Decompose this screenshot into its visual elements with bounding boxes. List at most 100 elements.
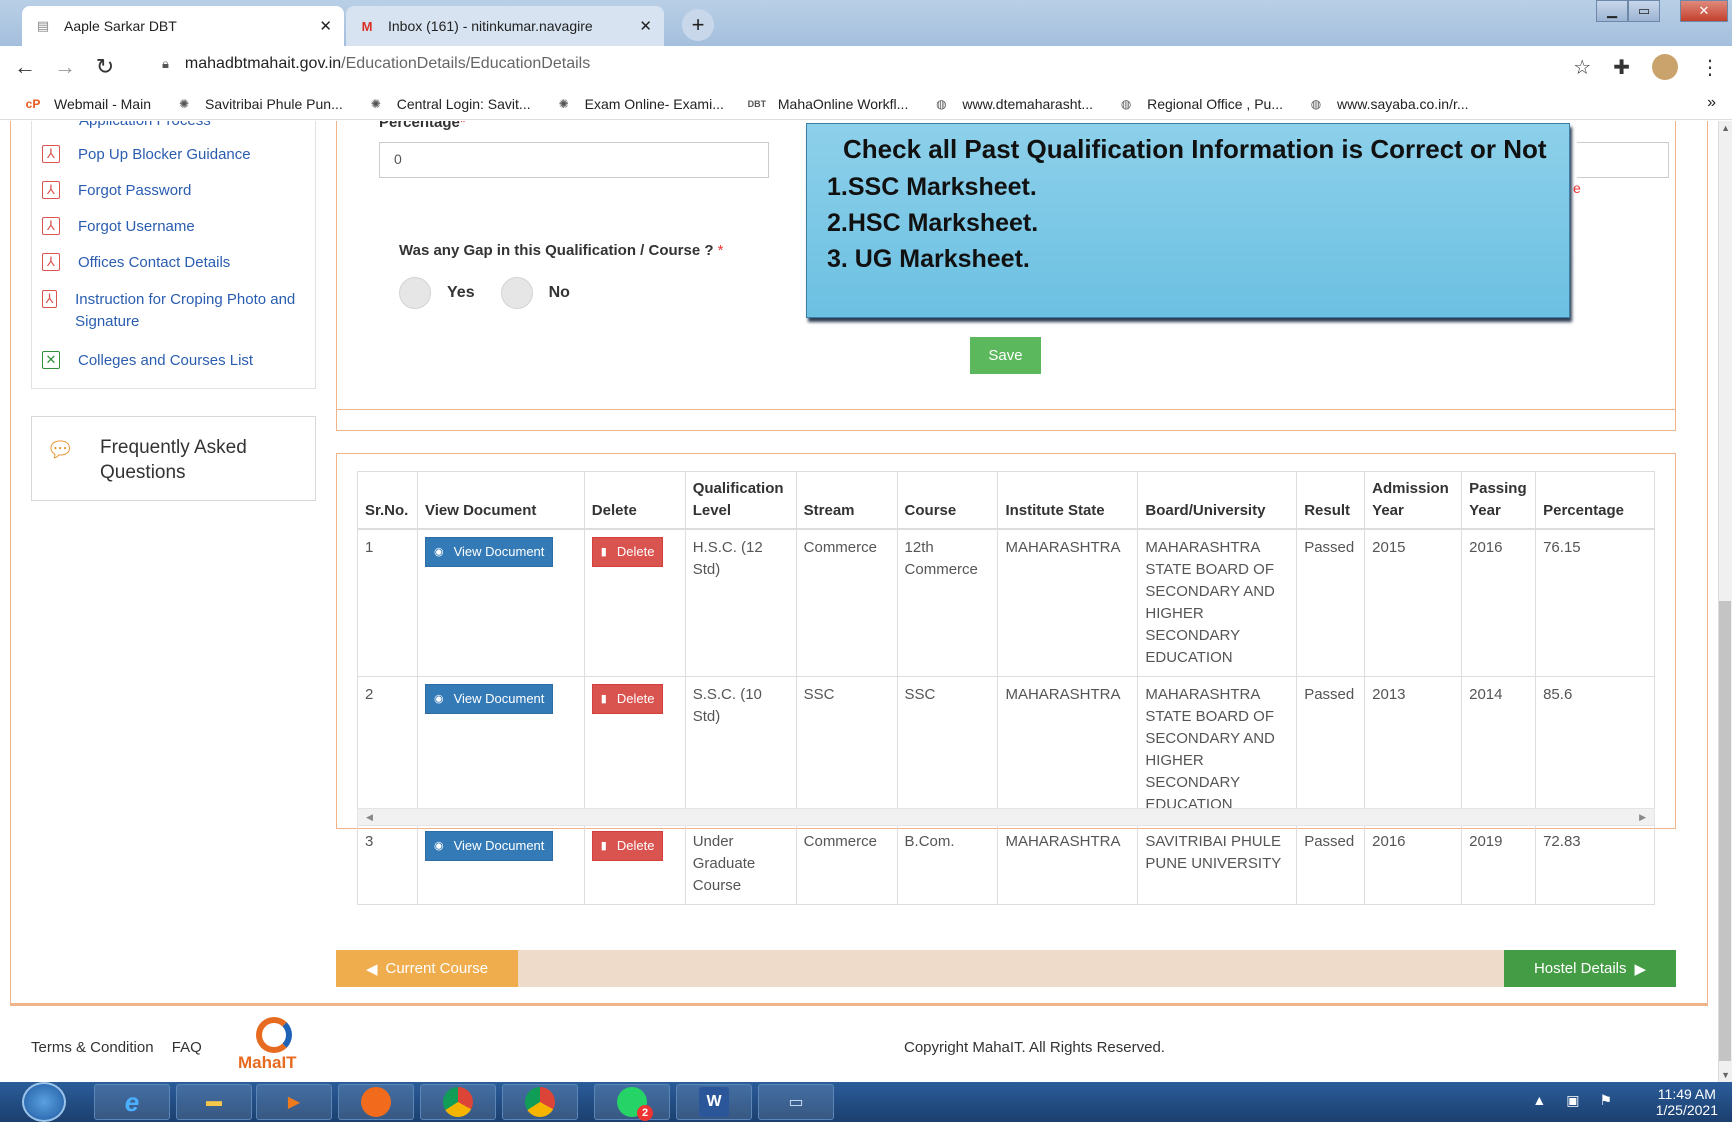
cell-passing: 2019: [1461, 823, 1537, 905]
view-document-button[interactable]: ◉ View Document: [424, 537, 554, 567]
taskbar-chrome[interactable]: [420, 1084, 496, 1120]
cell-result: Passed: [1296, 676, 1366, 824]
taskbar-media-player[interactable]: ▶: [256, 1084, 332, 1120]
button-label: Current Course: [385, 960, 489, 977]
bookmark-sayaba[interactable]: ◍ www.sayaba.co.in/r...: [1307, 96, 1469, 112]
lock-icon: 🔒︎: [162, 56, 169, 71]
current-course-button[interactable]: ◀ Current Course: [336, 950, 518, 987]
page-vertical-scrollbar[interactable]: ▲ ▼: [1718, 121, 1732, 1082]
url-field[interactable]: 🔒︎ mahadbtmahait.gov.in/EducationDetails/…: [162, 55, 590, 73]
taskbar-file-explorer[interactable]: ▬: [176, 1084, 252, 1120]
overlay-item: 2.HSC Marksheet.: [827, 209, 1039, 237]
bookmark-label: www.dtemaharasht...: [962, 95, 1094, 112]
faq-box[interactable]: 💬︎ Frequently Asked Questions: [31, 416, 316, 501]
sidebar-link-offices-contact[interactable]: ⅄ Offices Contact Details: [42, 252, 230, 274]
tab-gmail-inbox[interactable]: M Inbox (161) - nitinkumar.navagire ✕: [346, 6, 664, 46]
col-header: Result: [1296, 471, 1366, 530]
sidebar-link-forgot-username[interactable]: ⅄ Forgot Username: [42, 216, 195, 238]
save-button[interactable]: Save: [970, 337, 1041, 374]
scroll-right-icon[interactable]: ▶: [1639, 812, 1646, 823]
taskbar-whatsapp[interactable]: 2: [594, 1084, 670, 1121]
instruction-overlay: Check all Past Qualification Information…: [806, 123, 1570, 318]
reload-icon[interactable]: ↻: [90, 54, 120, 80]
page-content: Application Process ⅄ Pop Up Blocker Guid…: [0, 121, 1718, 1082]
logo-ring-icon: [256, 1017, 292, 1053]
taskbar-firefox[interactable]: [338, 1084, 414, 1120]
faq-link[interactable]: FAQ: [172, 1039, 202, 1056]
table-row: 1 ◉ View Document ▮ Delete H.S.C. (12 Std)…: [357, 528, 1655, 677]
start-button[interactable]: [22, 1082, 66, 1122]
terms-link[interactable]: Terms & Condition: [31, 1039, 154, 1056]
tab-close-icon[interactable]: ✕: [319, 17, 332, 35]
link-label: Colleges and Courses List: [78, 352, 254, 369]
cell-sr: 2: [357, 676, 418, 824]
window-maximize-button[interactable]: ▭: [1628, 0, 1660, 22]
bookmark-webmail[interactable]: cP Webmail - Main: [24, 96, 151, 112]
new-tab-button[interactable]: +: [682, 9, 714, 41]
percentage-input[interactable]: 0: [379, 142, 769, 178]
windows-taskbar: e ▬ ▶ 2 W ▭ ▲ ▣ ⚑ 11:49 AM 1/25/2021: [0, 1082, 1732, 1122]
scroll-up-icon[interactable]: ▲: [1721, 123, 1730, 133]
view-document-button[interactable]: ◉ View Document: [424, 831, 554, 861]
tray-expand-icon[interactable]: ▲: [1532, 1092, 1546, 1109]
forward-icon[interactable]: →: [50, 54, 80, 80]
col-header: Admission Year: [1364, 471, 1463, 530]
cell-state: MAHARASHTRA: [997, 528, 1139, 677]
bookmark-mahaonline[interactable]: DBT MahaOnline Workfl...: [748, 96, 909, 112]
bookmark-regional-office[interactable]: ◍ Regional Office , Pu...: [1117, 96, 1283, 112]
sidebar-link-colleges-courses[interactable]: ✕ Colleges and Courses List: [42, 350, 253, 372]
taskbar-network[interactable]: ▭: [758, 1084, 834, 1120]
system-clock[interactable]: 11:49 AM 1/25/2021: [1656, 1086, 1718, 1118]
sidebar-help-links: Application Process ⅄ Pop Up Blocker Guid…: [31, 121, 316, 389]
scroll-down-icon[interactable]: ▼: [1721, 1070, 1730, 1080]
copyright-text: Copyright MahaIT. All Rights Reserved.: [904, 1039, 1165, 1056]
window-minimize-button[interactable]: ▁: [1596, 0, 1628, 22]
notification-badge: 2: [637, 1105, 653, 1121]
pdf-icon: ⅄: [42, 181, 60, 199]
tab-close-icon[interactable]: ✕: [639, 17, 652, 35]
profile-avatar[interactable]: [1652, 54, 1678, 80]
flag-icon[interactable]: ⚑: [1599, 1092, 1612, 1109]
col-header: Qualification Level: [684, 471, 797, 530]
extensions-puzzle-icon[interactable]: ✚: [1613, 55, 1630, 80]
upload-marksheet-input[interactable]: [1577, 142, 1669, 178]
scroll-left-icon[interactable]: ◀: [366, 812, 373, 823]
gap-no-radio[interactable]: [500, 277, 533, 309]
more-bookmarks-icon[interactable]: »: [1707, 94, 1716, 112]
bookmark-star-icon[interactable]: ☆: [1573, 55, 1591, 80]
taskbar-internet-explorer[interactable]: e: [94, 1084, 170, 1120]
sidebar-link-popup-blocker[interactable]: ⅄ Pop Up Blocker Guidance: [42, 144, 251, 166]
sidebar-link-cropping-instructions[interactable]: ⅄ Instruction for Croping Photo and Signa…: [42, 289, 312, 333]
network-icon[interactable]: ▣: [1566, 1092, 1579, 1109]
gap-yes-radio[interactable]: [399, 277, 431, 309]
cell-admission: 2016: [1364, 823, 1463, 905]
cell-percentage: 85.6: [1535, 676, 1655, 824]
bookmark-sppu[interactable]: ✺ Savitribai Phule Pun...: [175, 96, 343, 112]
col-header: Stream: [795, 471, 898, 530]
scroll-thumb[interactable]: [1719, 601, 1731, 1061]
view-document-button[interactable]: ◉ View Document: [424, 684, 554, 714]
back-icon[interactable]: ←: [10, 54, 40, 80]
table-horizontal-scrollbar[interactable]: ◀ ▶: [357, 808, 1655, 826]
delete-button[interactable]: ▮ Delete: [591, 831, 664, 861]
delete-button[interactable]: ▮ Delete: [591, 537, 664, 567]
eye-icon: ◉: [433, 840, 444, 852]
sidebar-link-forgot-password[interactable]: ⅄ Forgot Password: [42, 180, 191, 202]
cell-admission: 2015: [1364, 528, 1463, 677]
emblem-icon: ✺: [370, 96, 381, 111]
delete-button[interactable]: ▮ Delete: [591, 684, 664, 714]
taskbar-chrome-2[interactable]: [502, 1084, 578, 1120]
bookmark-central-login[interactable]: ✺ Central Login: Savit...: [367, 96, 531, 112]
percentage-label: Percentage*: [379, 121, 466, 131]
tab-aaple-sarkar[interactable]: ▤ Aaple Sarkar DBT ✕: [22, 6, 344, 46]
sidebar-link-application-process[interactable]: Application Process: [79, 121, 211, 132]
bookmark-exam-online[interactable]: ✺ Exam Online- Exami...: [555, 96, 724, 112]
hostel-details-button[interactable]: Hostel Details ▶: [1504, 950, 1676, 987]
bookmark-label: Regional Office , Pu...: [1147, 95, 1284, 112]
bookmark-dte[interactable]: ◍ www.dtemaharasht...: [932, 96, 1093, 112]
taskbar-word[interactable]: W: [676, 1084, 752, 1120]
window-close-button[interactable]: ✕: [1680, 0, 1728, 22]
mahait-logo: MahaIT: [236, 1017, 316, 1077]
cell-level: S.S.C. (10 Std): [684, 676, 797, 824]
menu-kebab-icon[interactable]: ⋮: [1700, 55, 1720, 80]
